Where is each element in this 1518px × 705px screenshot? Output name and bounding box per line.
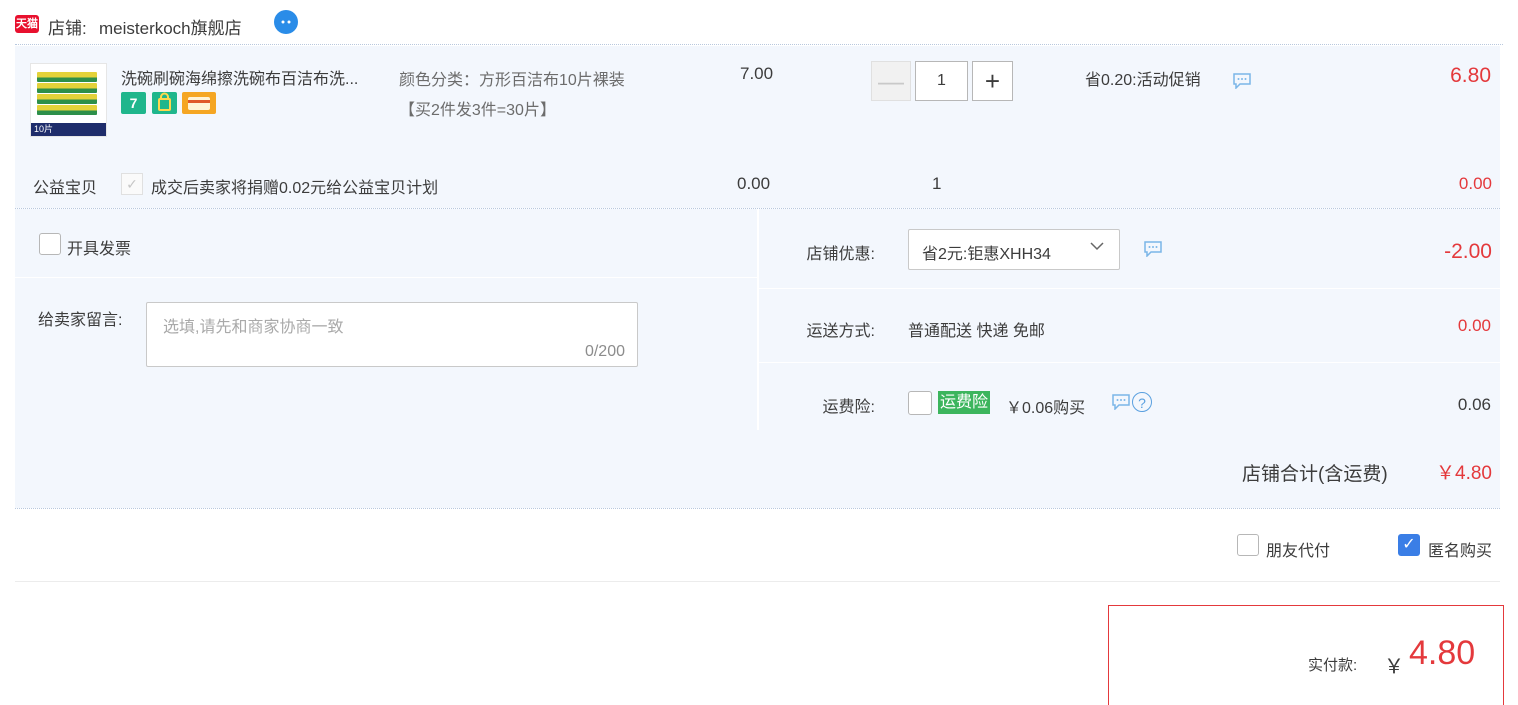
charity-price: 0.00 [737,174,771,193]
coupon-selected-value: 省2元:钜惠XHH34 [922,246,1051,263]
help-icon[interactable]: ? [1132,392,1152,412]
friend-pay-checkbox[interactable] [1237,534,1259,556]
comment-icon[interactable] [1232,73,1252,90]
seller-message-box: 0/200 [146,302,638,367]
insurance-price: ￥0.06购买 [1006,400,1086,417]
thumbnail-caption: 10片 [31,123,106,136]
payment-currency: ￥ [1384,656,1404,678]
anonymous-checkbox[interactable]: ✓ [1398,534,1420,556]
seven-day-return-icon[interactable]: 7 [121,92,146,114]
payment-total: 4.80 [1409,634,1476,672]
sku-promo-note: 【买2件发3件=30片】 [399,102,556,119]
anonymous-label[interactable]: 匿名购买 [1428,537,1492,561]
shopping-bag-icon[interactable] [152,92,177,114]
divider [15,581,1500,582]
friend-pay-label[interactable]: 朋友代付 [1266,537,1330,561]
unit-price: 7.00 [740,64,774,83]
seller-message-label: 给卖家留言: [38,312,123,329]
insurance-label: 运费险: [822,399,875,416]
shipping-method: 普通配送 快递 免邮 [908,323,1045,340]
store-coupon-label: 店铺优惠: [806,246,875,263]
charity-total: 0.00 [1458,174,1492,193]
product-thumbnail[interactable]: 10片 [30,63,107,137]
shop-total-label: 店铺合计(含运费) [1242,464,1388,485]
shop-prefix: 店铺: [48,19,87,38]
store-coupon-select[interactable]: 省2元:钜惠XHH34 [908,229,1120,270]
wangwang-chat-icon[interactable] [274,10,298,34]
invoice-label[interactable]: 开具发票 [67,235,131,259]
invoice-checkbox[interactable] [39,233,61,255]
divider [759,362,1500,363]
product-title-link[interactable]: 洗碗刷碗海绵擦洗碗布百洁布洗... [121,65,358,89]
shipping-label: 运送方式: [806,323,875,340]
shop-total-value: ￥4.80 [1436,463,1492,484]
item-subtotal: 6.80 [1450,64,1491,87]
seller-message-input[interactable] [147,303,637,366]
shipping-fee: 0.00 [1457,316,1491,335]
charity-description: 成交后卖家将捐赠0.02元给公益宝贝计划 [151,180,439,197]
quantity-decrease-button[interactable]: — [871,61,911,101]
payment-label: 实付款: [1308,657,1358,674]
charity-quantity: 1 [932,174,942,193]
quantity-input[interactable] [915,61,968,101]
divider [759,288,1500,289]
char-counter: 0/200 [584,343,625,360]
charity-label: 公益宝贝 [33,180,98,197]
chevron-down-icon [1089,238,1105,259]
insurance-badge: 运费险 [938,391,991,414]
shop-name-link[interactable]: meisterkoch旗舰店 [99,14,242,39]
comment-icon[interactable] [1111,394,1131,411]
sku-spec: 颜色分类：方形百洁布10片裸装 [399,72,625,89]
tmall-logo: 天猫 [15,15,39,33]
charity-checkbox: ✓ [121,173,143,195]
store-discount-amount: -2.00 [1444,240,1492,263]
divider [15,508,1500,509]
divider [15,277,757,278]
promotion-text: 省0.20:活动促销 [1085,72,1201,89]
divider [15,44,1503,45]
insurance-fee: 0.06 [1457,395,1491,414]
insurance-checkbox[interactable] [908,391,932,415]
credit-card-icon[interactable] [182,92,216,114]
quantity-increase-button[interactable]: + [972,61,1013,101]
comment-icon[interactable] [1143,241,1163,258]
